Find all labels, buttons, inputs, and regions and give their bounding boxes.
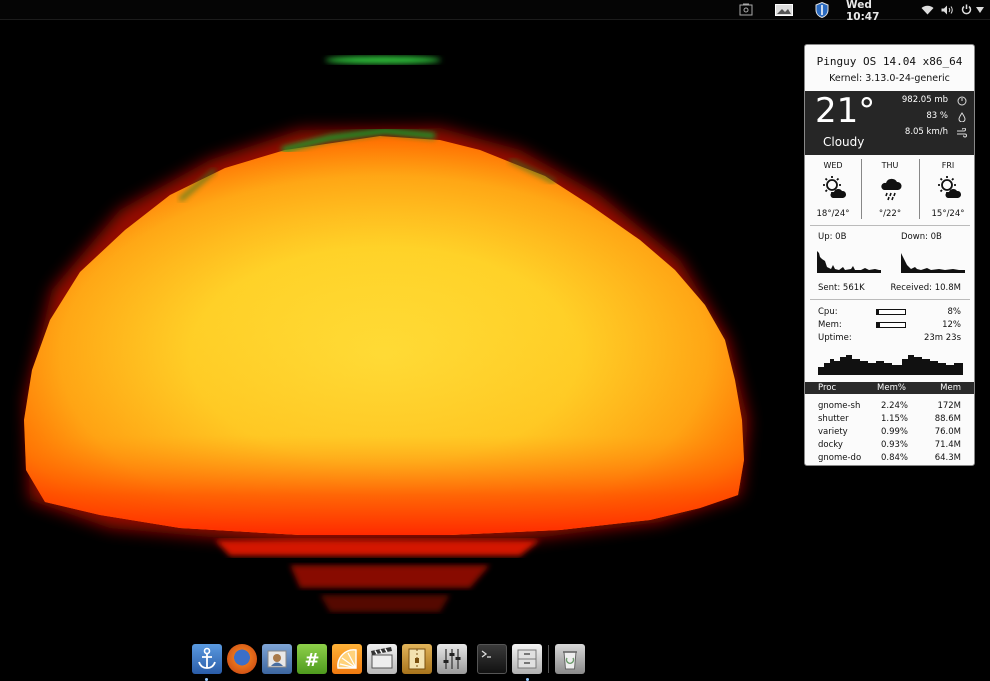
firefox-icon[interactable] xyxy=(227,644,257,674)
file-cabinet-icon[interactable] xyxy=(512,644,542,674)
column-mem-percent: Mem% xyxy=(877,383,906,393)
terminal-icon[interactable] xyxy=(477,644,507,674)
column-proc: Proc xyxy=(818,383,837,393)
process-mem-percent: 0.93% xyxy=(881,440,909,450)
process-row: gnome-sh 2.24% 172M xyxy=(805,401,974,413)
forecast-temp: °/22° xyxy=(878,209,902,219)
volume-icon[interactable] xyxy=(940,2,954,17)
process-name: gnome-do xyxy=(818,453,862,463)
chevron-down-icon[interactable] xyxy=(975,2,985,17)
settings-mixer-icon[interactable] xyxy=(437,644,467,674)
process-mem: 76.0M xyxy=(934,427,961,437)
archive-icon[interactable] xyxy=(402,644,432,674)
process-name: gnome-sh xyxy=(818,401,861,411)
process-name: docky xyxy=(818,440,843,450)
mail-icon[interactable] xyxy=(262,644,292,674)
shield-icon[interactable] xyxy=(814,1,830,18)
forecast-temp: 18°/24° xyxy=(816,209,850,219)
wind-icon xyxy=(956,127,968,138)
cpu-label: Cpu: xyxy=(818,307,838,317)
process-table-header: Proc Mem% Mem xyxy=(805,382,974,394)
process-row: docky 0.93% 71.4M xyxy=(805,440,974,452)
current-temperature: 21° xyxy=(815,91,876,131)
mem-value: 12% xyxy=(942,320,961,330)
cpu-value: 8% xyxy=(947,307,962,317)
section-divider xyxy=(810,299,970,300)
os-name: Pinguy OS 14.04 x86_64 xyxy=(816,55,963,68)
top-panel: Wed 10:47 xyxy=(0,0,990,23)
weather-condition: Cloudy xyxy=(823,135,865,149)
pressure-icon xyxy=(956,96,968,106)
mem-label: Mem: xyxy=(818,320,842,330)
forecast-day-label: WED xyxy=(823,161,843,170)
orange-slice-icon[interactable] xyxy=(332,644,362,674)
process-mem: 172M xyxy=(937,401,961,411)
upload-graph xyxy=(817,251,881,273)
forecast-day: WED 18°/24° xyxy=(805,159,861,225)
humidity-icon xyxy=(956,112,968,123)
download-graph xyxy=(901,253,965,273)
forecast-day-label: THU xyxy=(881,161,899,170)
wifi-icon[interactable] xyxy=(920,2,934,17)
clock[interactable]: Wed 10:47 xyxy=(846,0,902,23)
green-flash xyxy=(325,56,441,64)
uptime-value: 23m 23s xyxy=(923,333,961,343)
process-mem-percent: 2.24% xyxy=(881,401,909,411)
hashtag-icon[interactable]: # xyxy=(297,644,327,674)
process-mem-percent: 1.15% xyxy=(881,414,909,424)
download-rate: Down: 0B xyxy=(901,232,942,242)
conky-system-monitor: Pinguy OS 14.04 x86_64 Kernel: 3.13.0-24… xyxy=(804,44,975,466)
kernel-version: Kernel: 3.13.0-24-generic xyxy=(829,73,950,84)
sun-cloud-icon xyxy=(938,176,962,198)
column-mem: Mem xyxy=(940,383,961,393)
forecast-day: FRI 15°/24° xyxy=(920,159,974,225)
wind-value: 8.05 km/h xyxy=(904,127,948,137)
upload-rate: Up: 0B xyxy=(818,232,847,242)
cpu-graph xyxy=(818,355,963,375)
process-row: shutter 1.15% 88.6M xyxy=(805,414,974,426)
process-row: gnome-do 0.84% 64.3M xyxy=(805,453,974,465)
system-header: Pinguy OS 14.04 x86_64 Kernel: 3.13.0-24… xyxy=(805,45,974,91)
received-total: Received: 10.8M xyxy=(890,283,962,293)
process-mem-percent: 0.99% xyxy=(881,427,909,437)
uptime-label: Uptime: xyxy=(818,333,852,343)
photo-icon[interactable] xyxy=(774,2,794,17)
process-mem: 88.6M xyxy=(934,414,961,424)
process-name: variety xyxy=(818,427,848,437)
docky-anchor-icon[interactable] xyxy=(192,644,222,674)
dock: # xyxy=(189,641,589,681)
mem-bar xyxy=(876,322,906,328)
forecast-temp: 15°/24° xyxy=(931,209,965,219)
video-editor-icon[interactable] xyxy=(367,644,397,674)
process-mem: 64.3M xyxy=(934,453,961,463)
rain-cloud-icon xyxy=(881,178,902,201)
forecast-day: THU °/22° xyxy=(862,159,918,225)
power-icon[interactable] xyxy=(960,2,972,17)
current-weather: 21° Cloudy 982.05 mb 83 % 8.05 km/h xyxy=(805,91,974,155)
cpu-bar xyxy=(876,309,906,315)
humidity-value: 83 % xyxy=(926,111,948,121)
screenshot-icon[interactable] xyxy=(738,2,754,17)
process-name: shutter xyxy=(818,414,849,424)
pressure-value: 982.05 mb xyxy=(901,95,948,105)
process-row: variety 0.99% 76.0M xyxy=(805,427,974,439)
process-mem: 71.4M xyxy=(934,440,961,450)
sun-reflection xyxy=(215,540,540,556)
sun-cloud-icon xyxy=(823,176,847,198)
svg-text:#: # xyxy=(304,650,319,671)
forecast-day-label: FRI xyxy=(941,161,955,170)
dock-separator xyxy=(548,645,549,673)
section-divider xyxy=(810,225,970,226)
trash-icon[interactable] xyxy=(555,644,585,674)
process-mem-percent: 0.84% xyxy=(881,453,909,463)
sent-total: Sent: 561K xyxy=(818,283,865,293)
